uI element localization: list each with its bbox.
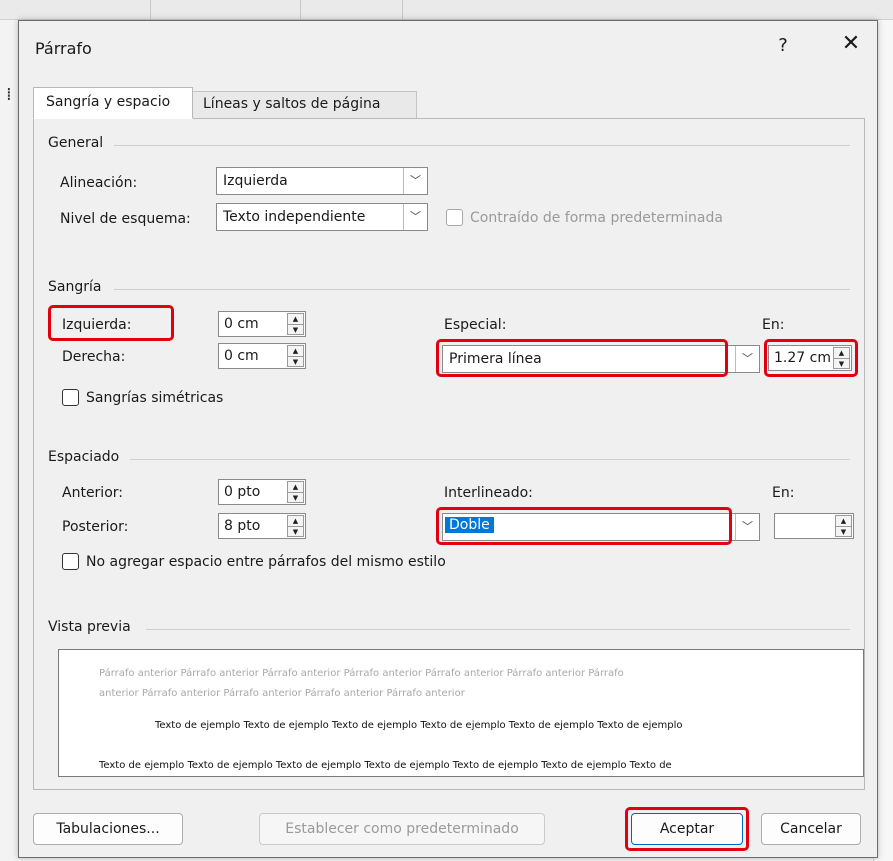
background-divider bbox=[150, 0, 151, 20]
spin-up-icon[interactable]: ▲ bbox=[288, 346, 303, 356]
outline-level-label: Nivel de esquema: bbox=[60, 211, 191, 227]
highlight-indent-left bbox=[48, 305, 174, 341]
highlight-line-spacing bbox=[436, 507, 732, 545]
indent-left-value: 0 cm bbox=[224, 316, 259, 332]
chevron-down-icon: ﹀ bbox=[403, 168, 427, 194]
general-heading: General bbox=[48, 135, 104, 151]
chevron-down-icon: ﹀ bbox=[403, 204, 427, 230]
alignment-label: Alineación: bbox=[60, 175, 138, 191]
tab-indent-spacing-label: Sangría y espacio bbox=[46, 94, 171, 110]
background-divider bbox=[300, 0, 301, 20]
tabs-button[interactable]: Tabulaciones... bbox=[33, 813, 183, 845]
mirror-indents-checkbox[interactable] bbox=[62, 389, 79, 406]
indent-by-label: En: bbox=[762, 317, 785, 333]
chevron-down-icon: ﹀ bbox=[735, 346, 759, 372]
preview-sample-line-1: Texto de ejemplo Texto de ejemplo Texto … bbox=[155, 720, 683, 731]
special-label: Especial: bbox=[444, 317, 507, 333]
background-divider bbox=[402, 0, 403, 20]
no-space-same-style-label: No agregar espacio entre párrafos del mi… bbox=[86, 554, 446, 570]
collapsed-label: Contraído de forma predeterminada bbox=[470, 210, 723, 226]
spin-down-icon[interactable]: ▼ bbox=[288, 492, 303, 502]
spinner-buttons[interactable]: ▲ ▼ bbox=[287, 481, 304, 503]
paragraph-dialog: Párrafo ? ✕ Sangría y espacio Líneas y s… bbox=[18, 20, 878, 858]
spin-down-icon[interactable]: ▼ bbox=[288, 526, 303, 536]
preview-sample-line-2: Texto de ejemplo Texto de ejemplo Texto … bbox=[99, 760, 672, 771]
chevron-down-icon: ﹀ bbox=[735, 514, 759, 540]
highlight-ok bbox=[625, 807, 749, 851]
cancel-button[interactable]: Cancelar bbox=[761, 813, 861, 845]
mirror-indents-label: Sangrías simétricas bbox=[86, 390, 224, 406]
set-default-button[interactable]: Establecer como predeterminado bbox=[259, 813, 545, 845]
indent-right-label: Derecha: bbox=[62, 349, 126, 365]
outline-level-select[interactable]: Texto independiente ﹀ bbox=[216, 203, 428, 231]
spacing-after-value: 8 pto bbox=[224, 518, 261, 534]
close-button[interactable]: ✕ bbox=[837, 31, 865, 56]
spinner-buttons[interactable]: ▲ ▼ bbox=[835, 515, 852, 537]
tab-panel: General Alineación: Izquierda ﹀ Nivel de… bbox=[33, 118, 865, 790]
background-cursor-mark: ⁞ bbox=[6, 84, 12, 105]
spacing-divider bbox=[130, 459, 850, 460]
spacing-after-spinner[interactable]: 8 pto ▲ ▼ bbox=[218, 513, 306, 539]
dialog-title: Párrafo bbox=[35, 39, 92, 58]
indent-right-spinner[interactable]: 0 cm ▲ ▼ bbox=[218, 343, 306, 369]
spin-up-icon[interactable]: ▲ bbox=[836, 516, 851, 526]
spin-up-icon[interactable]: ▲ bbox=[288, 516, 303, 526]
help-button[interactable]: ? bbox=[771, 35, 795, 56]
outline-level-value: Texto independiente bbox=[223, 209, 366, 225]
highlight-special bbox=[436, 339, 728, 377]
spin-down-icon[interactable]: ▼ bbox=[288, 324, 303, 334]
line-spacing-at-label: En: bbox=[772, 485, 795, 501]
indent-heading: Sangría bbox=[48, 279, 102, 295]
spinner-buttons[interactable]: ▲ ▼ bbox=[287, 313, 304, 335]
collapsed-checkbox[interactable] bbox=[446, 209, 463, 226]
tab-lines-page-breaks[interactable]: Líneas y saltos de página bbox=[193, 91, 417, 119]
spacing-before-spinner[interactable]: 0 pto ▲ ▼ bbox=[218, 479, 306, 505]
highlight-indent-by bbox=[764, 339, 858, 377]
tab-lines-page-breaks-label: Líneas y saltos de página bbox=[203, 96, 381, 112]
indent-left-spinner[interactable]: 0 cm ▲ ▼ bbox=[218, 311, 306, 337]
indent-right-value: 0 cm bbox=[224, 348, 259, 364]
line-spacing-label: Interlineado: bbox=[444, 485, 533, 501]
spin-down-icon[interactable]: ▼ bbox=[288, 356, 303, 366]
no-space-same-style-checkbox[interactable] bbox=[62, 553, 79, 570]
preview-divider bbox=[146, 629, 850, 630]
preview-previous-line-2: anterior Párrafo anterior Párrafo anteri… bbox=[99, 688, 465, 699]
spacing-after-label: Posterior: bbox=[62, 519, 129, 535]
tab-indent-spacing[interactable]: Sangría y espacio bbox=[33, 87, 193, 119]
preview-box: Párrafo anterior Párrafo anterior Párraf… bbox=[58, 649, 864, 777]
spinner-buttons[interactable]: ▲ ▼ bbox=[287, 345, 304, 367]
general-divider bbox=[114, 145, 850, 146]
spin-up-icon[interactable]: ▲ bbox=[288, 482, 303, 492]
spacing-heading: Espaciado bbox=[48, 449, 120, 465]
background-app-strip bbox=[0, 0, 893, 20]
spin-down-icon[interactable]: ▼ bbox=[836, 526, 851, 536]
indent-divider bbox=[114, 289, 850, 290]
spin-up-icon[interactable]: ▲ bbox=[288, 314, 303, 324]
alignment-value: Izquierda bbox=[223, 173, 288, 189]
spacing-before-value: 0 pto bbox=[224, 484, 261, 500]
alignment-select[interactable]: Izquierda ﹀ bbox=[216, 167, 428, 195]
spacing-before-label: Anterior: bbox=[62, 485, 123, 501]
spinner-buttons[interactable]: ▲ ▼ bbox=[287, 515, 304, 537]
preview-heading: Vista previa bbox=[48, 619, 131, 635]
preview-previous-line-1: Párrafo anterior Párrafo anterior Párraf… bbox=[99, 668, 624, 679]
line-spacing-at-spinner[interactable]: ▲ ▼ bbox=[774, 513, 854, 539]
